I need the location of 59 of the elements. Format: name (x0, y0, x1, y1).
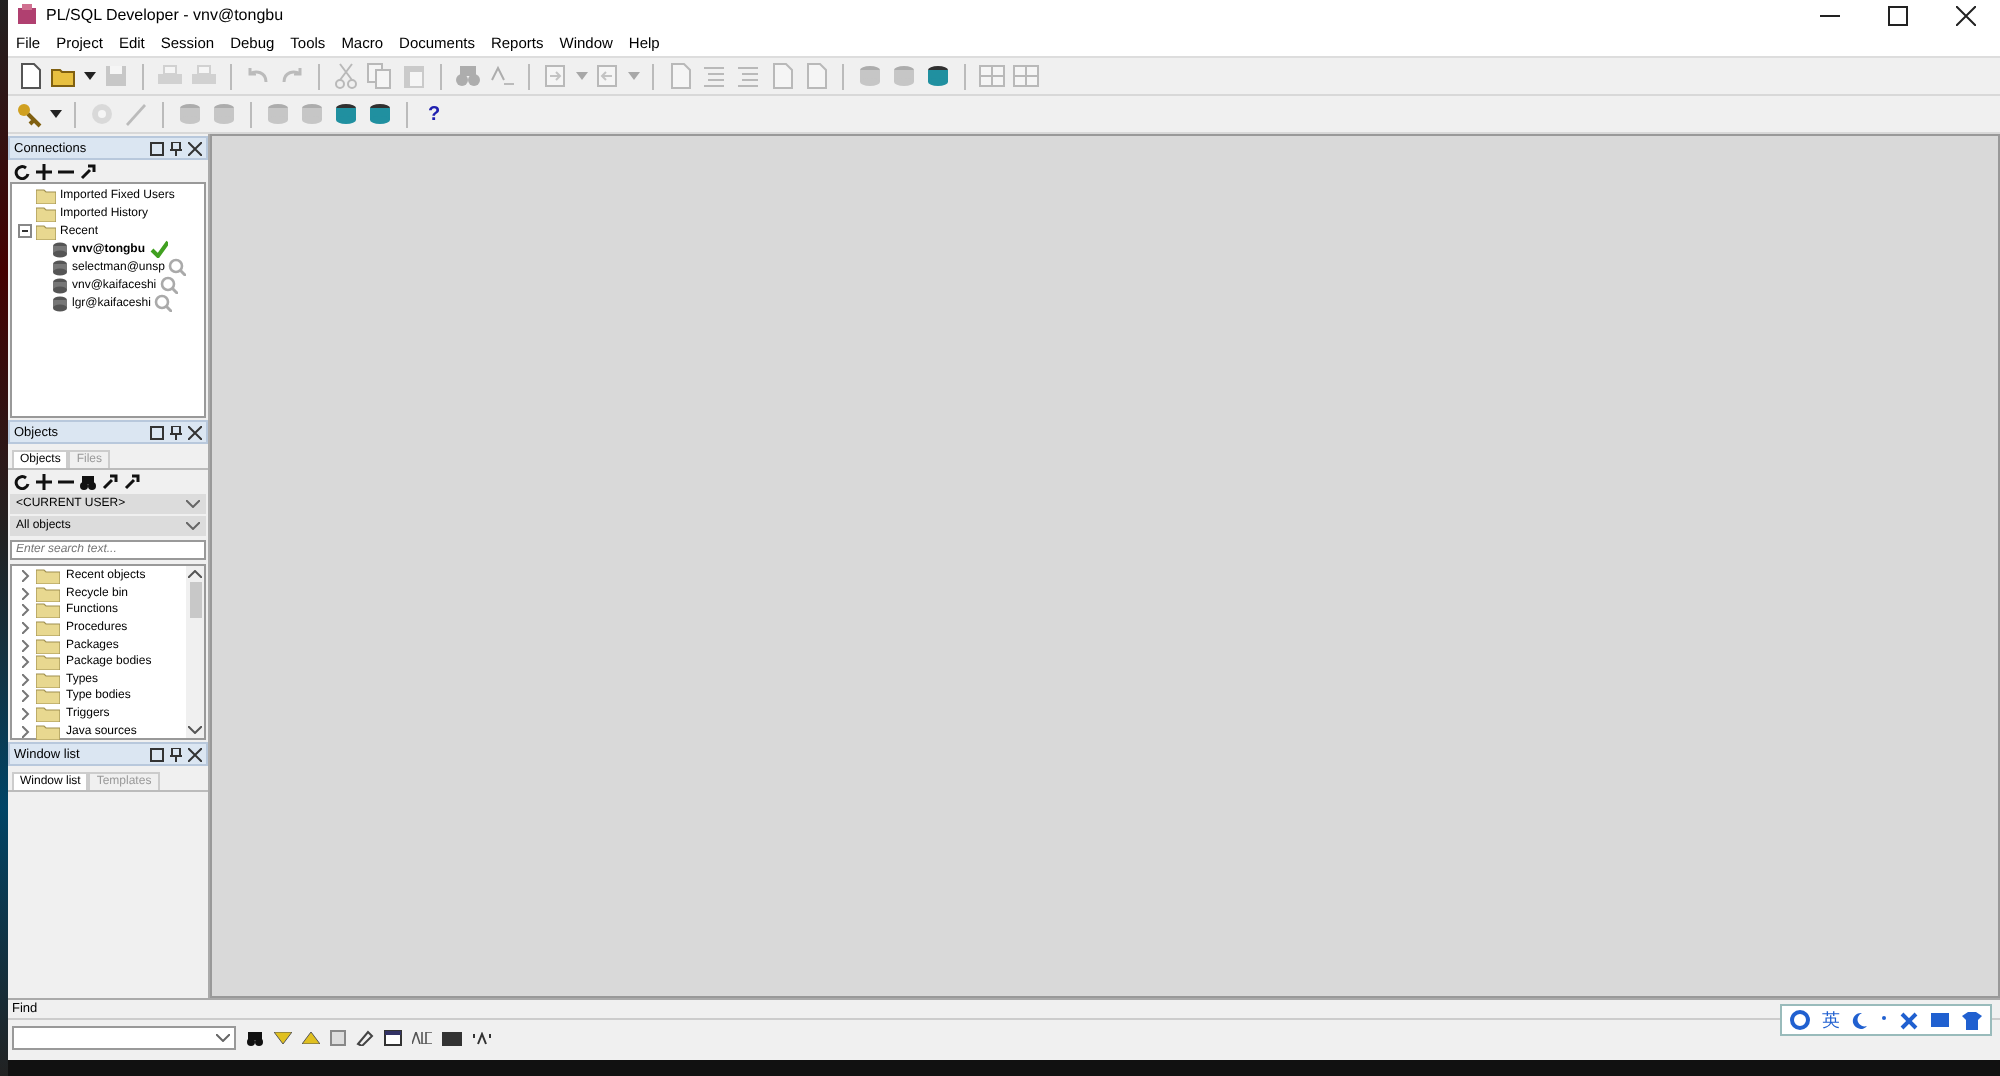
input-mode-toggle[interactable]: 英 (1822, 1007, 1840, 1033)
new-page-icon[interactable] (16, 62, 44, 90)
folder-icon (36, 654, 60, 671)
scroll-thumb[interactable] (189, 582, 201, 618)
database-icon[interactable] (366, 100, 394, 128)
window-icon[interactable] (384, 1030, 402, 1046)
plus-icon[interactable] (36, 473, 52, 489)
close-icon[interactable] (188, 747, 202, 761)
folder-icon (36, 602, 60, 619)
tool-icon[interactable] (102, 473, 118, 489)
pin-icon[interactable] (170, 425, 182, 439)
magnifier-icon (160, 276, 179, 294)
folder-icon (36, 620, 60, 637)
moon-icon[interactable] (1852, 1011, 1868, 1029)
close-icon[interactable] (1956, 5, 1976, 25)
magnifier-icon (168, 258, 187, 276)
folder-icon (36, 706, 60, 723)
pin-icon[interactable] (170, 747, 182, 761)
down-triangle-icon[interactable] (274, 1032, 292, 1044)
app-icon (16, 4, 38, 26)
eraser-icon[interactable] (356, 1030, 374, 1046)
magnifier-icon (154, 294, 173, 312)
collapse-toggle-icon[interactable] (18, 224, 32, 238)
scroll-down-icon[interactable] (188, 726, 202, 734)
restore-icon[interactable] (150, 425, 164, 439)
check-icon (149, 240, 168, 258)
folder-icon (36, 585, 60, 602)
close-icon[interactable] (188, 141, 202, 155)
ime-logo-icon[interactable] (1790, 1010, 1810, 1030)
database-icon[interactable] (924, 62, 952, 90)
close-icon[interactable] (188, 425, 202, 439)
chevron-icon (216, 1034, 230, 1042)
restore-icon[interactable] (150, 141, 164, 155)
shirt-icon[interactable] (1962, 1011, 1982, 1029)
key-icon[interactable] (16, 100, 44, 128)
refresh-icon[interactable] (14, 473, 30, 489)
case-icon[interactable] (412, 1032, 432, 1044)
database-icon[interactable] (332, 100, 360, 128)
folder-icon (36, 637, 60, 654)
binoculars-icon[interactable] (80, 473, 96, 489)
window-title: PL/SQL Developer - vnv@tongbu (46, 6, 284, 24)
maximize-icon[interactable] (1888, 5, 1908, 25)
scrollbar[interactable] (186, 566, 204, 738)
folder-icon (36, 671, 60, 688)
binoculars-icon[interactable] (246, 1030, 264, 1046)
scroll-up-icon[interactable] (188, 570, 202, 578)
tool-icon[interactable] (80, 163, 96, 179)
find-field[interactable] (12, 1026, 236, 1050)
tool-icon[interactable] (124, 473, 140, 489)
help-button[interactable]: ? (420, 103, 448, 125)
folder-icon (36, 568, 60, 585)
restore-icon[interactable] (150, 747, 164, 761)
caret-icon[interactable] (50, 110, 62, 118)
plus-icon[interactable] (36, 163, 52, 179)
caret-icon[interactable] (84, 72, 96, 80)
pin-icon[interactable] (170, 141, 182, 155)
up-triangle-icon[interactable] (302, 1032, 320, 1044)
refresh-icon[interactable] (14, 163, 30, 179)
folder-icon (36, 688, 60, 705)
